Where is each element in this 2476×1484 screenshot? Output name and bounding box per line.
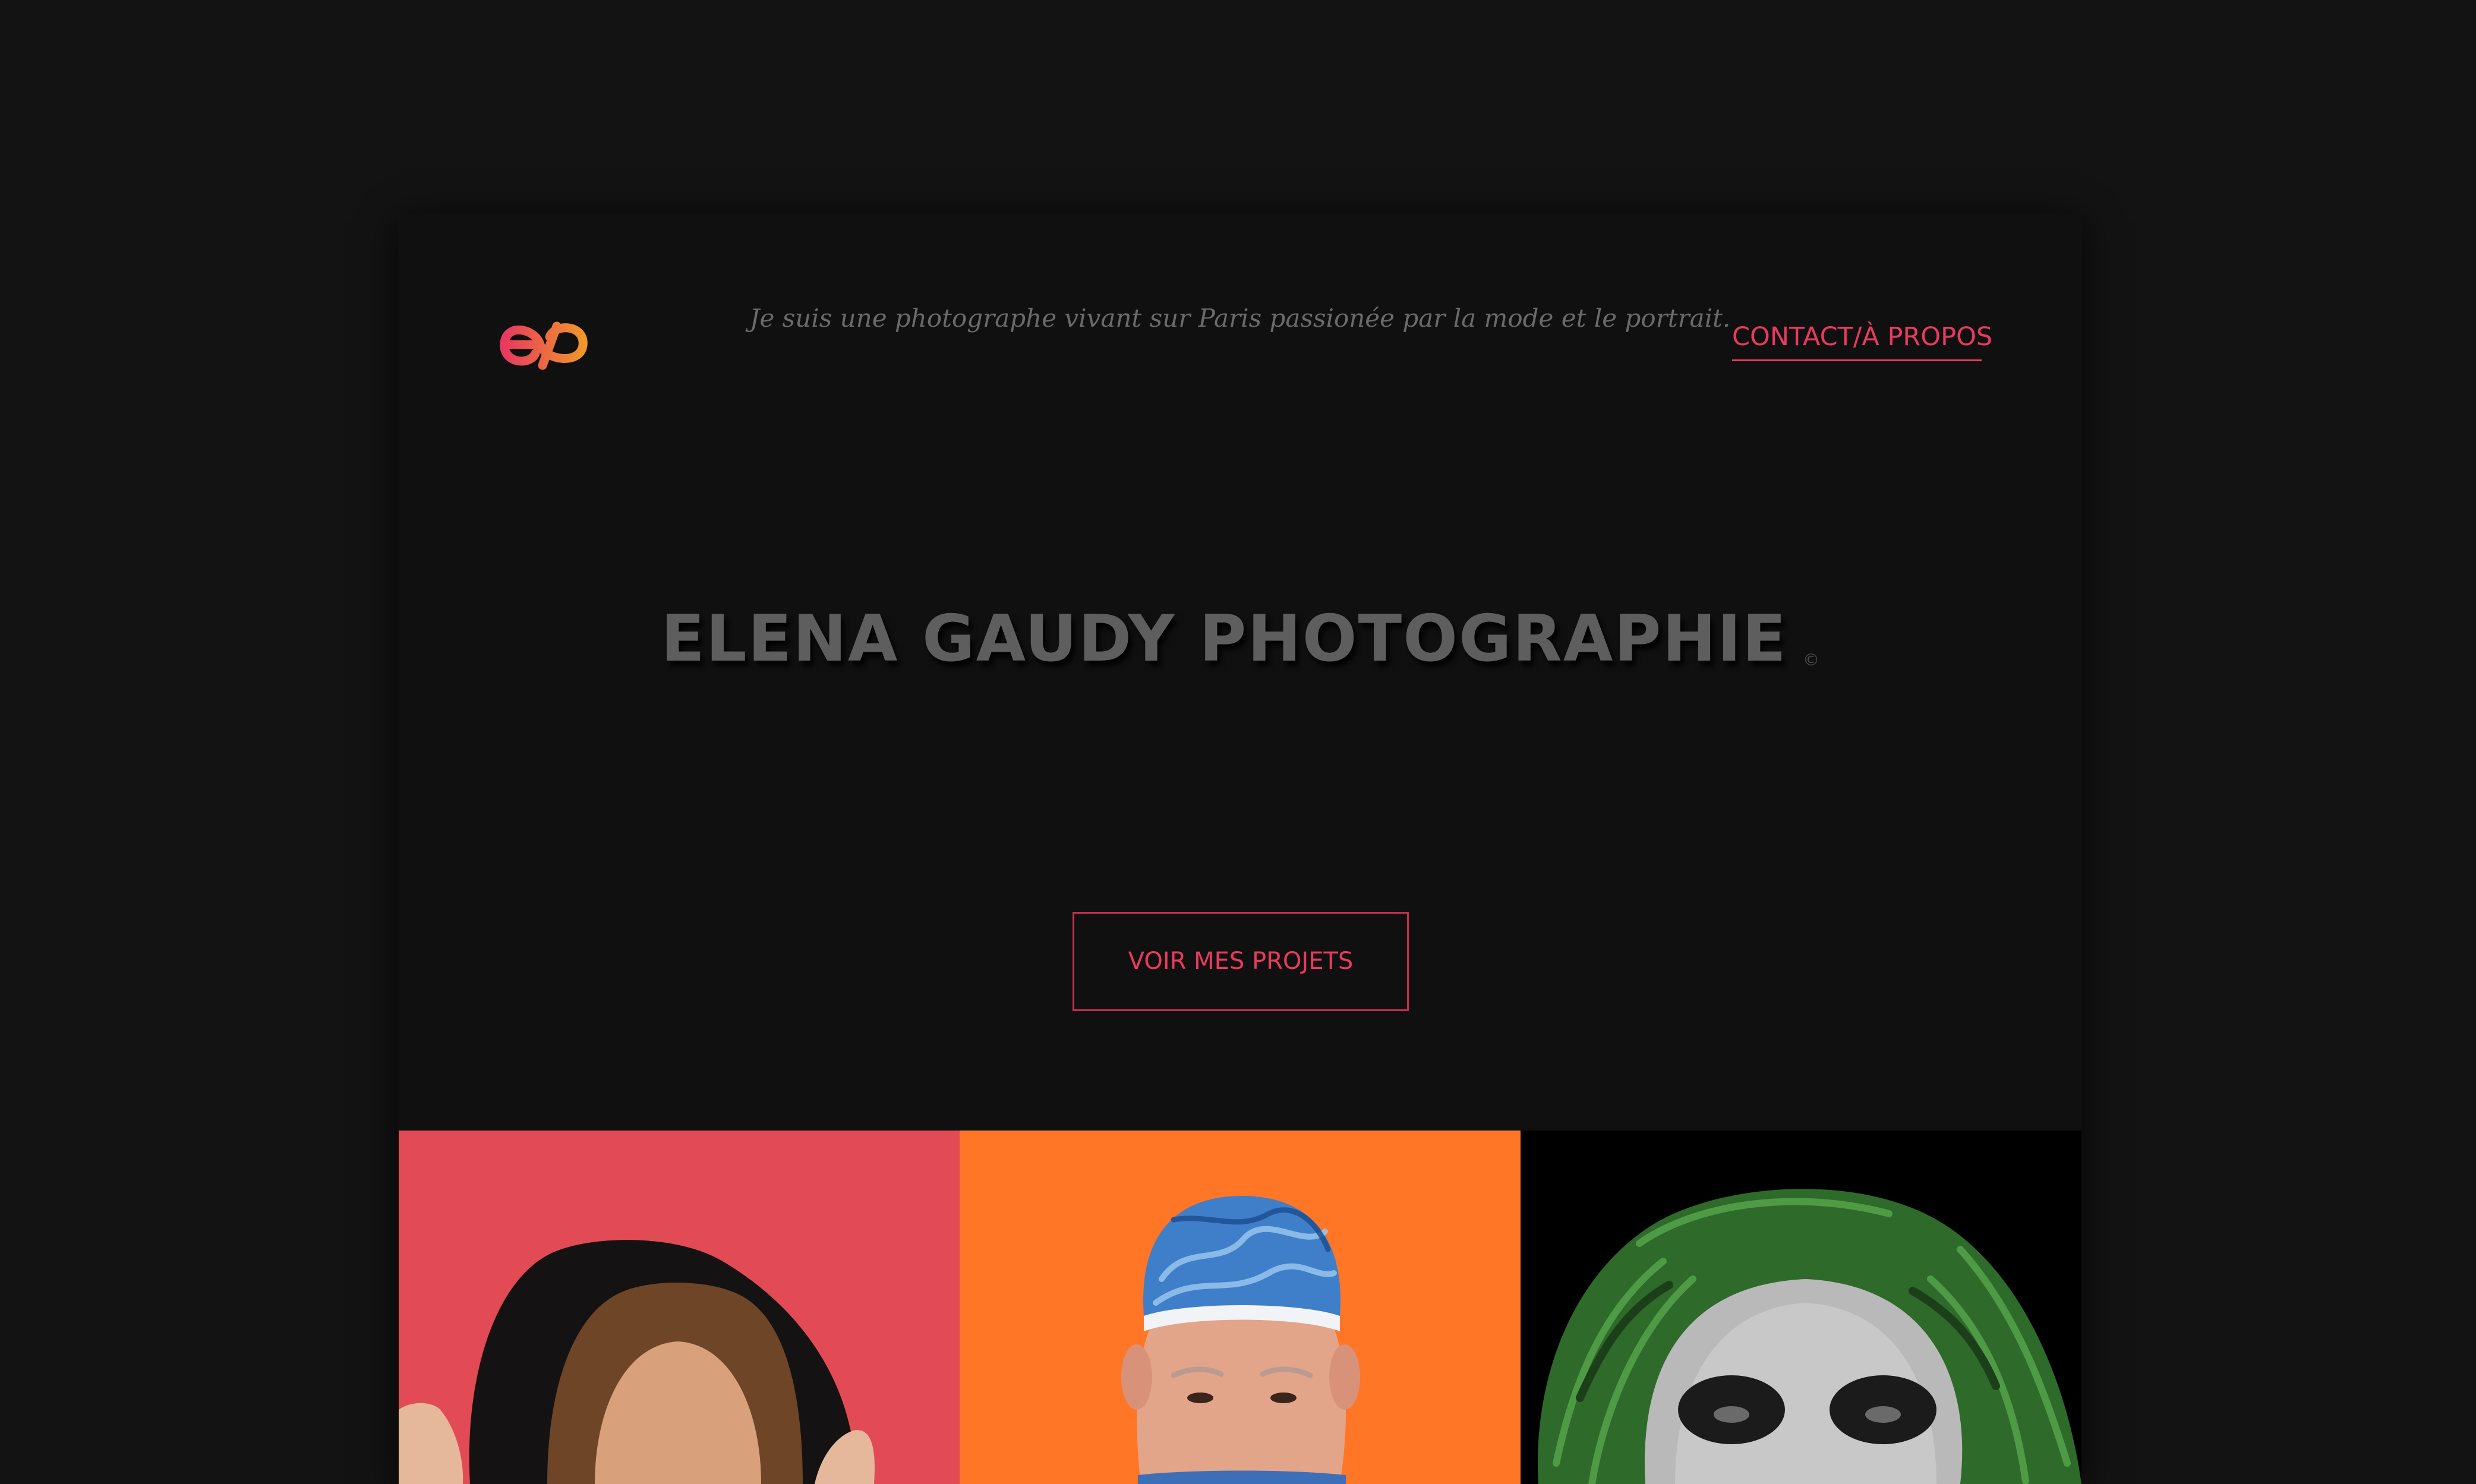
portrait-surgeon-cap-image	[960, 1131, 1521, 1484]
hero-subtitle: Je suis une photographe vivant sur Paris…	[749, 304, 1731, 333]
hero-section: CONTACT/À PROPOS ELENA GAUDY PHOTOGRAPHI…	[399, 214, 2081, 1131]
hero-title-wrap: ELENA GAUDY PHOTOGRAPHIE ©	[399, 595, 2081, 684]
copyright-mark: ©	[1802, 650, 1819, 670]
gallery-tile-3[interactable]	[1521, 1131, 2081, 1484]
page-panel: CONTACT/À PROPOS ELENA GAUDY PHOTOGRAPHI…	[399, 214, 2081, 1484]
project-gallery	[399, 1131, 2081, 1484]
site-title: ELENA GAUDY PHOTOGRAPHIE	[661, 602, 1787, 676]
gallery-tile-2[interactable]	[960, 1131, 1521, 1484]
gallery-tile-1[interactable]	[399, 1131, 960, 1484]
view-projects-button[interactable]: VOIR MES PROJETS	[1073, 912, 1409, 1011]
portrait-green-hair-image	[1521, 1131, 2081, 1484]
portrait-woman-hood-image	[399, 1131, 960, 1484]
